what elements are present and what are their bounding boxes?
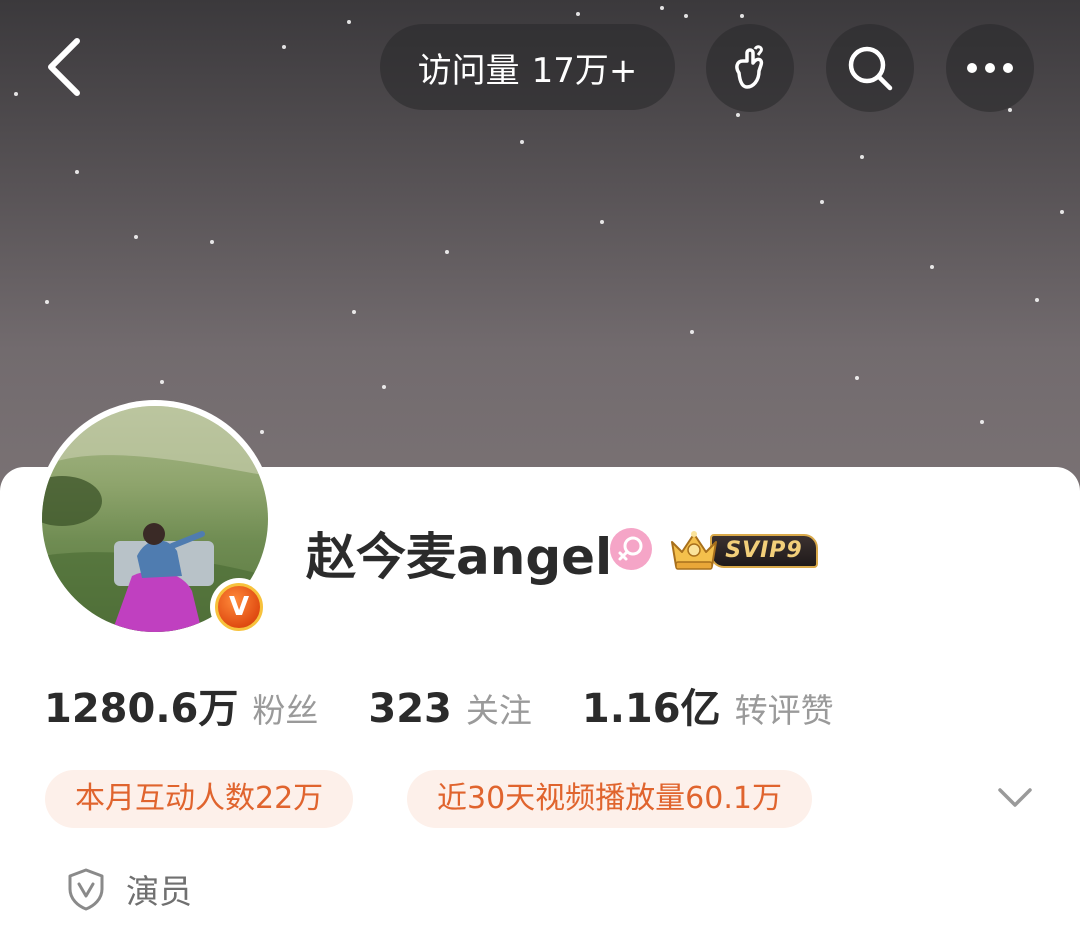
more-dots-icon <box>967 63 1013 73</box>
verified-icon: V <box>215 583 263 631</box>
expand-button[interactable] <box>990 776 1040 820</box>
occupation-label: 演员 <box>126 872 192 911</box>
visits-label: 访问量 <box>417 50 520 91</box>
followers-label: 粉丝 <box>252 691 319 730</box>
more-button[interactable] <box>946 24 1034 112</box>
cover-star <box>740 14 744 18</box>
followers-count: 1280.6万 <box>44 686 239 732</box>
cover-star <box>820 200 824 204</box>
following-count: 323 <box>368 686 452 732</box>
cover-star <box>382 385 386 389</box>
cover-star <box>684 14 688 18</box>
cover-star <box>260 430 264 434</box>
crown-icon <box>671 531 717 570</box>
cover-star <box>282 45 286 49</box>
finger-heart-button[interactable] <box>706 24 794 112</box>
following-label: 关注 <box>465 691 532 730</box>
finger-heart-icon <box>735 45 764 89</box>
visits-counter[interactable]: 访问量 17万+ <box>380 24 675 110</box>
following-stat[interactable]: 323 关注 <box>368 684 532 732</box>
likes-stat[interactable]: 1.16亿 转评赞 <box>582 676 834 734</box>
tag-video-plays[interactable]: 近30天视频播放量60.1万 <box>407 770 812 828</box>
profile-name[interactable]: 赵今麦angel <box>306 522 612 592</box>
cover-star <box>855 376 859 380</box>
cover-star <box>14 92 18 96</box>
cover-star <box>160 380 164 384</box>
female-gender-icon <box>610 528 652 570</box>
cover-star <box>860 155 864 159</box>
verified-badge[interactable]: V <box>210 578 268 636</box>
chevron-down-icon <box>998 788 1032 807</box>
cover-star <box>347 20 351 24</box>
shield-icon <box>68 868 104 911</box>
chevron-left-icon <box>48 38 80 96</box>
cover-star <box>690 330 694 334</box>
cover-star <box>980 420 984 424</box>
cover-star <box>352 310 356 314</box>
occupation-row[interactable]: 演员 <box>66 862 192 916</box>
cover-star <box>75 170 79 174</box>
cover-star <box>930 265 934 269</box>
stats-row: 1280.6万 粉丝 323 关注 1.16亿 转评赞 <box>44 676 834 732</box>
cover-star <box>576 12 580 16</box>
cover-star <box>1060 210 1064 214</box>
cover-star <box>1008 108 1012 112</box>
cover-star <box>210 240 214 244</box>
likes-label: 转评赞 <box>734 691 834 730</box>
cover-star <box>660 6 664 10</box>
tag-monthly-interactions[interactable]: 本月互动人数22万 <box>45 770 354 828</box>
cover-star <box>600 220 604 224</box>
likes-count: 1.16亿 <box>581 686 721 732</box>
cover-star <box>736 113 740 117</box>
svip-label: SVIP9 <box>710 534 818 568</box>
cover-star <box>134 235 138 239</box>
back-button[interactable] <box>30 32 100 102</box>
search-button[interactable] <box>826 24 914 112</box>
cover-star <box>1035 298 1039 302</box>
cover-star <box>45 300 49 304</box>
visits-value: 17万+ <box>531 50 638 91</box>
svip-badge[interactable]: SVIP9 <box>666 526 824 574</box>
cover-star <box>445 250 449 254</box>
cover-star <box>520 140 524 144</box>
search-icon <box>848 46 893 91</box>
followers-stat[interactable]: 1280.6万 粉丝 <box>44 676 318 734</box>
